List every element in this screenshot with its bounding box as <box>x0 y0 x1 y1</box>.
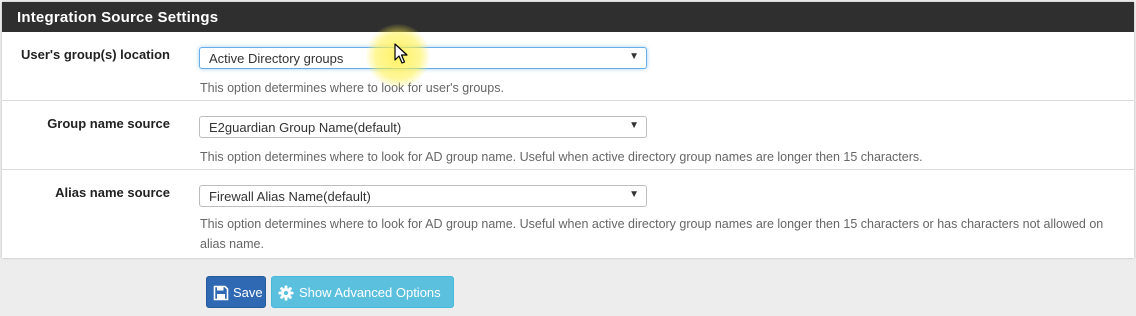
gear-icon <box>278 285 294 301</box>
caret-down-icon: ▼ <box>629 120 639 131</box>
select-value: E2guardian Group Name(default) <box>209 120 402 135</box>
field-label: User's group(s) location <box>21 47 170 62</box>
show-advanced-options-button[interactable]: Show Advanced Options <box>271 276 454 308</box>
help-text: This option determines where to look for… <box>200 150 923 164</box>
select-value: Active Directory groups <box>209 51 344 66</box>
group-name-source-select[interactable]: E2guardian Group Name(default) ▼ <box>199 116 647 138</box>
mouse-pointer-icon <box>394 43 408 64</box>
integration-source-settings-panel: Integration Source Settings User's group… <box>2 2 1134 258</box>
advanced-options-label: Show Advanced Options <box>299 285 441 300</box>
groups-location-select[interactable]: Active Directory groups ▼ <box>199 47 647 69</box>
save-button[interactable]: Save <box>206 276 266 308</box>
help-text: This option determines where to look for… <box>200 81 504 95</box>
alias-name-source-select[interactable]: Firewall Alias Name(default) ▼ <box>199 185 647 207</box>
select-value: Firewall Alias Name(default) <box>209 189 371 204</box>
caret-down-icon: ▼ <box>629 189 639 200</box>
field-label: Alias name source <box>55 185 170 200</box>
panel-title: Integration Source Settings <box>17 9 219 26</box>
field-label: Group name source <box>47 116 170 131</box>
caret-down-icon: ▼ <box>629 51 639 62</box>
help-text: This option determines where to look for… <box>200 217 1104 251</box>
form-row-group-name-source: Group name source E2guardian Group Name(… <box>2 101 1134 170</box>
form-row-alias-name-source: Alias name source Firewall Alias Name(de… <box>2 170 1134 258</box>
save-label: Save <box>233 285 263 300</box>
form-row-groups-location: User's group(s) location Active Director… <box>2 32 1134 101</box>
floppy-disk-icon <box>213 285 229 301</box>
panel-header: Integration Source Settings <box>2 2 1134 32</box>
